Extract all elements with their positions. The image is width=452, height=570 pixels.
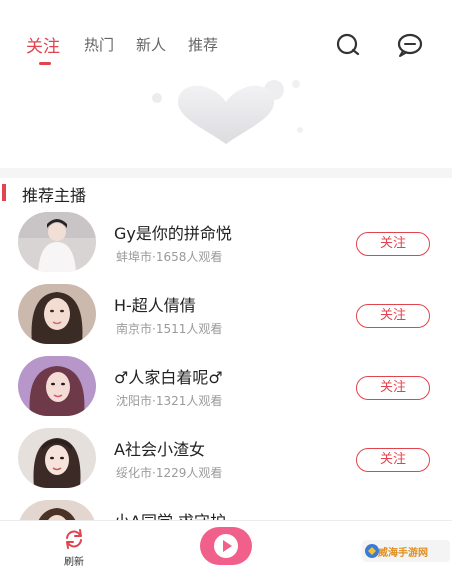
streamer-row[interactable]: H-超人倩倩 南京市·1511人观看 关注 — [0, 284, 452, 354]
follow-button[interactable]: 关注 — [356, 376, 430, 400]
follow-button[interactable]: 关注 — [356, 304, 430, 328]
follow-button[interactable]: 关注 — [356, 448, 430, 472]
streamer-name: H-超人倩倩 — [114, 296, 196, 315]
search-icon[interactable] — [335, 32, 361, 58]
avatar[interactable] — [18, 212, 96, 272]
streamer-row[interactable]: A社会小渣女 绥化市·1229人观看 关注 — [0, 428, 452, 498]
watermark-text: 威海手游网 — [378, 548, 428, 559]
avatar[interactable] — [18, 428, 96, 488]
tab-follow[interactable]: 关注 — [26, 32, 60, 57]
top-tab-bar: 关注 热门 新人 推荐 — [0, 0, 452, 80]
live-play-button[interactable] — [200, 527, 252, 565]
tab-recommend[interactable]: 推荐 — [188, 34, 218, 55]
active-tab-indicator — [39, 62, 51, 65]
section-title: 推荐主播 — [22, 186, 87, 205]
avatar[interactable] — [18, 284, 96, 344]
avatar[interactable] — [18, 356, 96, 416]
empty-state-illustration — [0, 74, 452, 169]
streamer-location-viewers: 沈阳市·1321人观看 — [116, 394, 223, 408]
refresh-button[interactable]: 刷新 — [54, 527, 94, 568]
streamer-name: Gy是你的拼命悦 — [114, 224, 232, 243]
streamer-location-viewers: 蚌埠市·1658人观看 — [116, 250, 223, 264]
streamer-name: A社会小渣女 — [114, 440, 205, 459]
refresh-label: 刷新 — [64, 557, 84, 568]
play-icon — [214, 534, 238, 558]
section-header: 推荐主播 — [0, 180, 452, 206]
message-icon[interactable] — [396, 32, 423, 58]
streamer-row[interactable]: ♂人家白着呢♂ 沈阳市·1321人观看 关注 — [0, 356, 452, 426]
streamer-name: ♂人家白着呢♂ — [114, 368, 223, 387]
watermark-badge: 威海手游网 — [362, 540, 450, 562]
streamer-location-viewers: 绥化市·1229人观看 — [116, 466, 223, 480]
refresh-icon — [66, 529, 82, 549]
section-accent-bar — [2, 184, 6, 201]
streamer-row[interactable]: Gy是你的拼命悦 蚌埠市·1658人观看 关注 — [0, 212, 452, 282]
follow-button[interactable]: 关注 — [356, 232, 430, 256]
tab-new[interactable]: 新人 — [136, 34, 166, 55]
tab-hot[interactable]: 热门 — [84, 34, 114, 55]
streamer-location-viewers: 南京市·1511人观看 — [116, 322, 223, 336]
section-divider — [0, 168, 452, 178]
